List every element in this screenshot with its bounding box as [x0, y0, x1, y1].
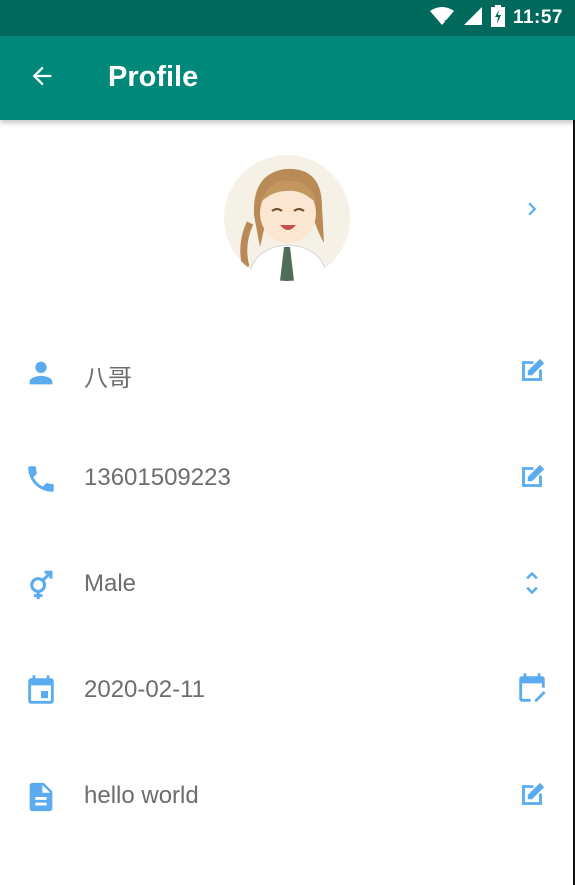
- status-time: 11:57: [512, 7, 563, 28]
- calendar-icon: [24, 674, 58, 708]
- calendar-edit-icon: [515, 672, 549, 711]
- edit-icon: [515, 778, 549, 817]
- phone-icon: [24, 462, 58, 496]
- avatar-detail-button[interactable]: [514, 193, 550, 229]
- edit-date-button[interactable]: [513, 672, 551, 710]
- date-value: 2020-02-11: [84, 676, 205, 703]
- app-bar: Profile: [0, 36, 575, 120]
- document-icon: [24, 780, 58, 814]
- edit-name-button[interactable]: [513, 354, 551, 392]
- gender-icon: [24, 568, 58, 602]
- avatar-row[interactable]: [0, 120, 575, 320]
- bio-value: hello world: [84, 782, 199, 809]
- unfold-more-icon: [517, 568, 547, 603]
- gender-row[interactable]: Male: [0, 534, 575, 634]
- status-bar: x 11:57: [0, 0, 575, 36]
- page-title: Profile: [108, 61, 199, 93]
- edit-icon: [515, 354, 549, 393]
- edit-bio-button[interactable]: [513, 778, 551, 816]
- chevron-right-icon: [519, 196, 545, 227]
- wifi-icon: x: [429, 6, 455, 31]
- edit-icon: [515, 460, 549, 499]
- gender-select-button[interactable]: [513, 566, 551, 604]
- gender-value: Male: [84, 570, 137, 597]
- name-value: 八哥: [84, 365, 132, 392]
- person-icon: [24, 356, 58, 390]
- battery-icon: [490, 4, 505, 32]
- phone-value: 13601509223: [84, 464, 231, 491]
- edit-phone-button[interactable]: [513, 460, 551, 498]
- signal-icon: [463, 6, 483, 31]
- svg-text:x: x: [444, 18, 450, 26]
- name-row[interactable]: 八哥: [0, 322, 575, 422]
- arrow-back-icon: [28, 62, 56, 95]
- back-button[interactable]: [22, 58, 62, 98]
- avatar[interactable]: [224, 155, 350, 281]
- phone-row[interactable]: 13601509223: [0, 428, 575, 528]
- bio-row[interactable]: hello world: [0, 746, 575, 846]
- date-row[interactable]: 2020-02-11: [0, 640, 575, 740]
